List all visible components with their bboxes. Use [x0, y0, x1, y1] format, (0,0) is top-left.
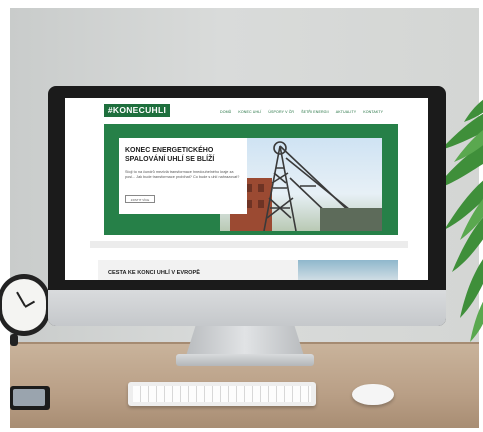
smartphone: [10, 386, 50, 410]
clock-icon: [0, 274, 50, 350]
nav-item-uspory[interactable]: ÚSPORY V ČR: [268, 109, 294, 117]
mouse: [352, 384, 394, 405]
europe-section: CESTA KE KONCI UHLÍ V EVROPĚ: [98, 260, 398, 280]
divider-band: [90, 241, 408, 248]
imac-chin: [48, 290, 446, 326]
nav-item-setri-energii[interactable]: ŠETŘI ENERGII: [301, 109, 329, 117]
europe-section-title: CESTA KE KONCI UHLÍ V EVROPĚ: [108, 270, 200, 276]
site-header: #KONECUHLI DOMŮ KONEC UHLÍ ÚSPORY V ČR Š…: [65, 98, 428, 124]
nav-item-konec-uhli[interactable]: KONEC UHLÍ: [238, 109, 261, 117]
hero-card: KONEC ENERGETICKÉHO SPALOVÁNÍ UHLÍ SE BL…: [119, 138, 247, 214]
main-nav: DOMŮ KONEC UHLÍ ÚSPORY V ČR ŠETŘI ENERGI…: [220, 109, 383, 117]
nav-item-home[interactable]: DOMŮ: [220, 109, 231, 117]
europe-section-image: [298, 260, 398, 280]
website-screen: #KONECUHLI DOMŮ KONEC UHLÍ ÚSPORY V ČR Š…: [65, 98, 428, 280]
keyboard: [128, 382, 316, 406]
hero-section: KONEC ENERGETICKÉHO SPALOVÁNÍ UHLÍ SE BL…: [104, 124, 398, 235]
site-logo[interactable]: #KONECUHLI: [104, 104, 170, 117]
nav-item-aktuality[interactable]: AKTUALITY: [336, 109, 356, 117]
photo-scene: #KONECUHLI DOMŮ KONEC UHLÍ ÚSPORY V ČR Š…: [0, 0, 483, 432]
imac-stand: [186, 326, 304, 356]
hero-title: KONEC ENERGETICKÉHO SPALOVÁNÍ UHLÍ SE BL…: [125, 147, 215, 163]
nav-item-kontakty[interactable]: KONTAKTY: [363, 109, 383, 117]
imac-stand-foot: [176, 354, 314, 366]
hero-description: Stojí to na čundrů mezivlá transformace …: [125, 170, 240, 179]
learn-more-button[interactable]: ZJISTIT VÍCE: [125, 195, 155, 203]
